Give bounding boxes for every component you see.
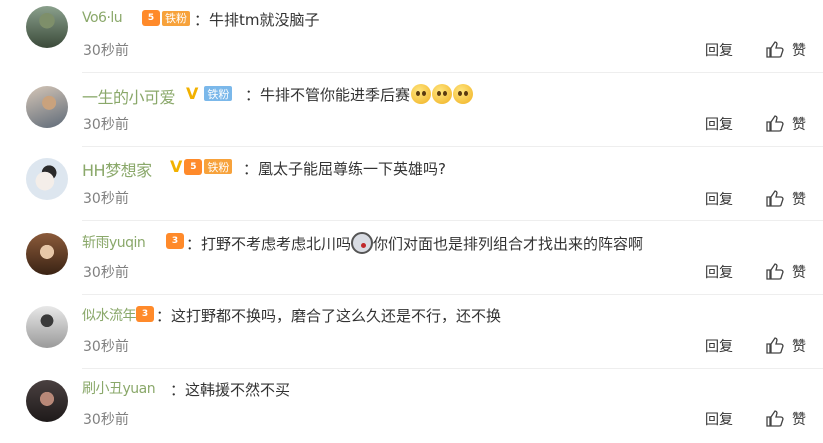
divider [82, 368, 823, 369]
user-badges: V 铁粉 [186, 84, 233, 103]
comment-text: ：这韩援不然不买 [170, 381, 291, 399]
thumbs-up-icon[interactable] [766, 189, 784, 207]
thumbs-up-icon[interactable] [766, 336, 784, 354]
reply-button[interactable]: 回复 [705, 189, 733, 209]
username[interactable]: HH梦想家 [82, 157, 152, 181]
user-badges: 5 铁粉 [142, 10, 190, 26]
timestamp: 30秒前 [83, 43, 129, 59]
comment-text: ：牛排不管你能进季后赛 [245, 84, 474, 105]
reply-button[interactable]: 回复 [705, 40, 733, 60]
timestamp: 30秒前 [83, 412, 129, 428]
avatar[interactable] [26, 233, 68, 275]
divider [82, 294, 823, 295]
verified-v-icon: V [170, 157, 183, 176]
thumbs-up-icon[interactable] [766, 40, 784, 58]
fan-badge: 铁粉 [204, 86, 233, 101]
avatar[interactable] [26, 306, 68, 348]
user-badges: 3 [166, 233, 184, 249]
fan-badge: 铁粉 [204, 159, 233, 174]
thumbs-up-icon[interactable] [766, 409, 784, 427]
emoji-icon [411, 84, 432, 104]
username[interactable]: Vo6·lu [82, 10, 123, 26]
user-badges: 3 [136, 306, 154, 322]
reply-button[interactable]: 回复 [705, 262, 733, 282]
comment-text: ：牛排tm就没脑子 [194, 11, 320, 29]
level-crown-icon: 3 [166, 233, 184, 249]
divider [82, 72, 823, 73]
level-crown-icon: 5 [142, 10, 160, 26]
verified-v-icon: V [186, 84, 199, 103]
comment-text: ：这打野都不换吗，磨合了这么久还是不行，还不换 [156, 307, 502, 325]
divider [82, 220, 823, 221]
like-button[interactable]: 赞 [792, 336, 806, 356]
reply-button[interactable]: 回复 [705, 409, 733, 429]
like-button[interactable]: 赞 [792, 40, 806, 60]
username[interactable]: 似水流年 [82, 305, 137, 325]
avatar[interactable] [26, 380, 68, 422]
timestamp: 30秒前 [83, 117, 129, 133]
like-button[interactable]: 赞 [792, 189, 806, 209]
avatar[interactable] [26, 86, 68, 128]
comment-text: ：凰太子能屈尊练一下英雄吗? [243, 160, 446, 178]
thumbs-up-icon[interactable] [766, 114, 784, 132]
reply-button[interactable]: 回复 [705, 114, 733, 134]
username[interactable]: 刷小丑yuan [82, 378, 156, 398]
reply-button[interactable]: 回复 [705, 336, 733, 356]
sticker-icon [351, 232, 374, 254]
thumbs-up-icon[interactable] [766, 262, 784, 280]
user-badges: V 5 铁粉 [170, 157, 233, 176]
like-button[interactable]: 赞 [792, 114, 806, 134]
comment-text: ：打野不考虑考虑北川吗 你们对面也是排列组合才找出来的阵容啊 [186, 232, 643, 254]
divider [82, 146, 823, 147]
username[interactable]: 一生的小可爱 [82, 84, 176, 108]
like-button[interactable]: 赞 [792, 409, 806, 429]
avatar[interactable] [26, 6, 68, 48]
emoji-icon [453, 84, 474, 104]
avatar[interactable] [26, 158, 68, 200]
fan-badge: 铁粉 [162, 10, 190, 26]
like-button[interactable]: 赞 [792, 262, 806, 282]
timestamp: 30秒前 [83, 191, 129, 207]
timestamp: 30秒前 [83, 265, 129, 281]
username[interactable]: 斩雨yuqin [82, 232, 146, 252]
emoji-icon [432, 84, 453, 104]
level-crown-icon: 3 [136, 306, 154, 322]
level-crown-icon: 5 [184, 158, 203, 175]
timestamp: 30秒前 [83, 339, 129, 355]
